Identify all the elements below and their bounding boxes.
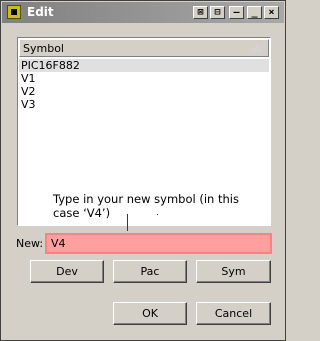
pac-button[interactable]: Pac (113, 260, 187, 283)
column-header-label: Symbol (23, 42, 64, 55)
list-item[interactable]: V3 (19, 98, 269, 111)
window-title: Edit (27, 5, 54, 19)
annotation-dot (157, 214, 158, 215)
list-item[interactable]: PIC16F882 (19, 59, 269, 72)
maximize-icon[interactable]: _ (247, 6, 262, 19)
sort-ascending-icon (252, 44, 262, 52)
list-item[interactable]: V1 (19, 72, 269, 85)
list-item[interactable]: V2 (19, 85, 269, 98)
new-symbol-input[interactable]: V4 (45, 233, 272, 254)
close-icon[interactable]: × (264, 6, 279, 19)
annotation-pointer-line (127, 214, 128, 231)
unpin-icon[interactable]: ⊟ (210, 6, 225, 19)
annotation-line-2: case ‘V4’) (53, 206, 111, 220)
app-icon (7, 5, 21, 19)
cancel-button[interactable]: Cancel (196, 302, 271, 325)
ok-button[interactable]: OK (113, 302, 187, 325)
annotation-text: Type in your new symbol (in this case ‘V… (53, 192, 239, 220)
minimize-window-icon[interactable]: — (229, 6, 244, 19)
annotation-line-1: Type in your new symbol (in this (53, 192, 239, 206)
edit-dialog: Edit ⊠ ⊟ — _ × Symbol PIC16F882 V1 V2 V3… (0, 0, 286, 341)
title-bar[interactable]: Edit ⊠ ⊟ — _ × (2, 2, 284, 23)
new-symbol-label: New: (16, 237, 44, 250)
column-header-symbol[interactable]: Symbol (19, 39, 269, 57)
dev-button[interactable]: Dev (30, 260, 104, 283)
sym-button[interactable]: Sym (196, 260, 271, 283)
pin-icon[interactable]: ⊠ (193, 6, 208, 19)
